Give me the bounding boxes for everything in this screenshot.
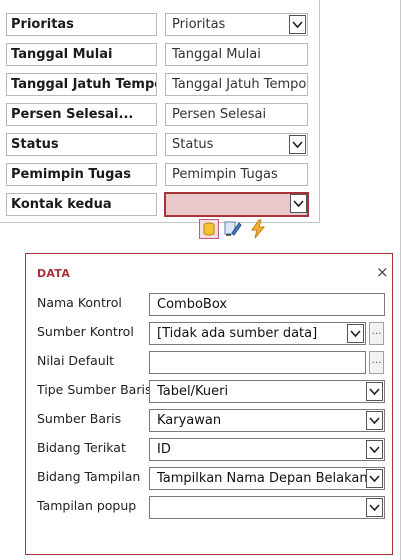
property-dropdown[interactable]: Tampilkan Nama Depan Belakang	[149, 467, 385, 490]
property-label: Tipe Sumber Baris	[37, 382, 152, 397]
page: Prioritas Prioritas Tanggal Mulai Tanggal M…	[0, 0, 401, 560]
chevron-down-icon[interactable]	[366, 469, 383, 488]
form-label[interactable]: Prioritas	[6, 13, 157, 36]
chevron-down-icon[interactable]	[347, 324, 364, 343]
form-control-text: Prioritas	[172, 17, 226, 32]
builder-button[interactable]: ...	[369, 322, 384, 345]
property-dropdown[interactable]	[149, 496, 385, 519]
form-combobox[interactable]: Prioritas	[165, 13, 308, 36]
formatting-icon[interactable]	[223, 219, 243, 239]
property-label: Nilai Default	[37, 353, 115, 368]
data-icon[interactable]	[199, 219, 219, 239]
chevron-down-icon[interactable]	[366, 440, 383, 459]
form-label[interactable]: Status	[6, 133, 157, 156]
property-value: Tabel/Kueri	[157, 384, 229, 399]
form-label[interactable]: Tanggal Jatuh Tempo	[6, 73, 157, 96]
property-value: Tampilkan Nama Depan Belakang	[157, 471, 376, 486]
chevron-down-icon[interactable]	[366, 382, 383, 401]
builder-button[interactable]: ...	[369, 351, 384, 374]
property-label: Tampilan popup	[37, 498, 137, 513]
form-textbox[interactable]: Tanggal Mulai	[165, 43, 308, 66]
chevron-down-icon[interactable]	[289, 135, 306, 154]
form-combobox[interactable]	[164, 192, 309, 217]
property-value: ID	[157, 442, 171, 457]
property-value: ComboBox	[157, 297, 228, 312]
chevron-down-icon[interactable]	[289, 15, 306, 34]
property-dropdown[interactable]: Karyawan	[149, 409, 385, 432]
panel-title: DATA	[37, 267, 71, 280]
form-control-text: Tanggal Mulai	[172, 47, 261, 62]
property-label: Nama Kontrol	[37, 295, 122, 310]
property-dropdown[interactable]: ID	[149, 438, 385, 461]
form-label[interactable]: Pemimpin Tugas	[6, 163, 157, 186]
property-value: Karyawan	[157, 413, 222, 428]
chevron-down-icon[interactable]	[290, 194, 307, 213]
property-label: Bidang Terikat	[37, 440, 126, 455]
form-combobox[interactable]: Status	[165, 133, 308, 156]
property-label: Sumber Kontrol	[37, 324, 134, 339]
form-textbox[interactable]: Pemimpin Tugas	[165, 163, 308, 186]
form-textbox[interactable]: Persen Selesai	[165, 103, 308, 126]
form-label[interactable]: Kontak kedua	[6, 193, 157, 216]
form-control-text: Pemimpin Tugas	[172, 167, 278, 182]
chevron-down-icon[interactable]	[366, 411, 383, 430]
form-textbox[interactable]: Tanggal Jatuh Tempo	[165, 73, 308, 96]
property-input[interactable]	[149, 351, 366, 374]
property-dropdown[interactable]: Tabel/Kueri	[149, 380, 385, 403]
data-properties-panel: DATA × Nama Kontrol ComboBox Sumber Kontro…	[25, 253, 393, 555]
close-icon[interactable]: ×	[376, 263, 389, 281]
property-label: Sumber Baris	[37, 411, 122, 426]
form-control-text: Persen Selesai	[172, 107, 267, 122]
form-control-text: Status	[172, 137, 214, 152]
chevron-down-icon[interactable]	[366, 498, 383, 517]
form-label[interactable]: Tanggal Mulai	[6, 43, 157, 66]
property-input[interactable]: ComboBox	[149, 293, 385, 316]
form-label[interactable]: Persen Selesai...	[6, 103, 157, 126]
property-value: [Tidak ada sumber data]	[157, 326, 318, 341]
actions-icon[interactable]	[248, 219, 268, 239]
property-label: Bidang Tampilan	[37, 469, 141, 484]
form-control-text: Tanggal Jatuh Tempo	[172, 77, 307, 92]
property-dropdown[interactable]: [Tidak ada sumber data]	[149, 322, 366, 345]
form-design-area: Prioritas Prioritas Tanggal Mulai Tanggal M…	[0, 0, 320, 223]
